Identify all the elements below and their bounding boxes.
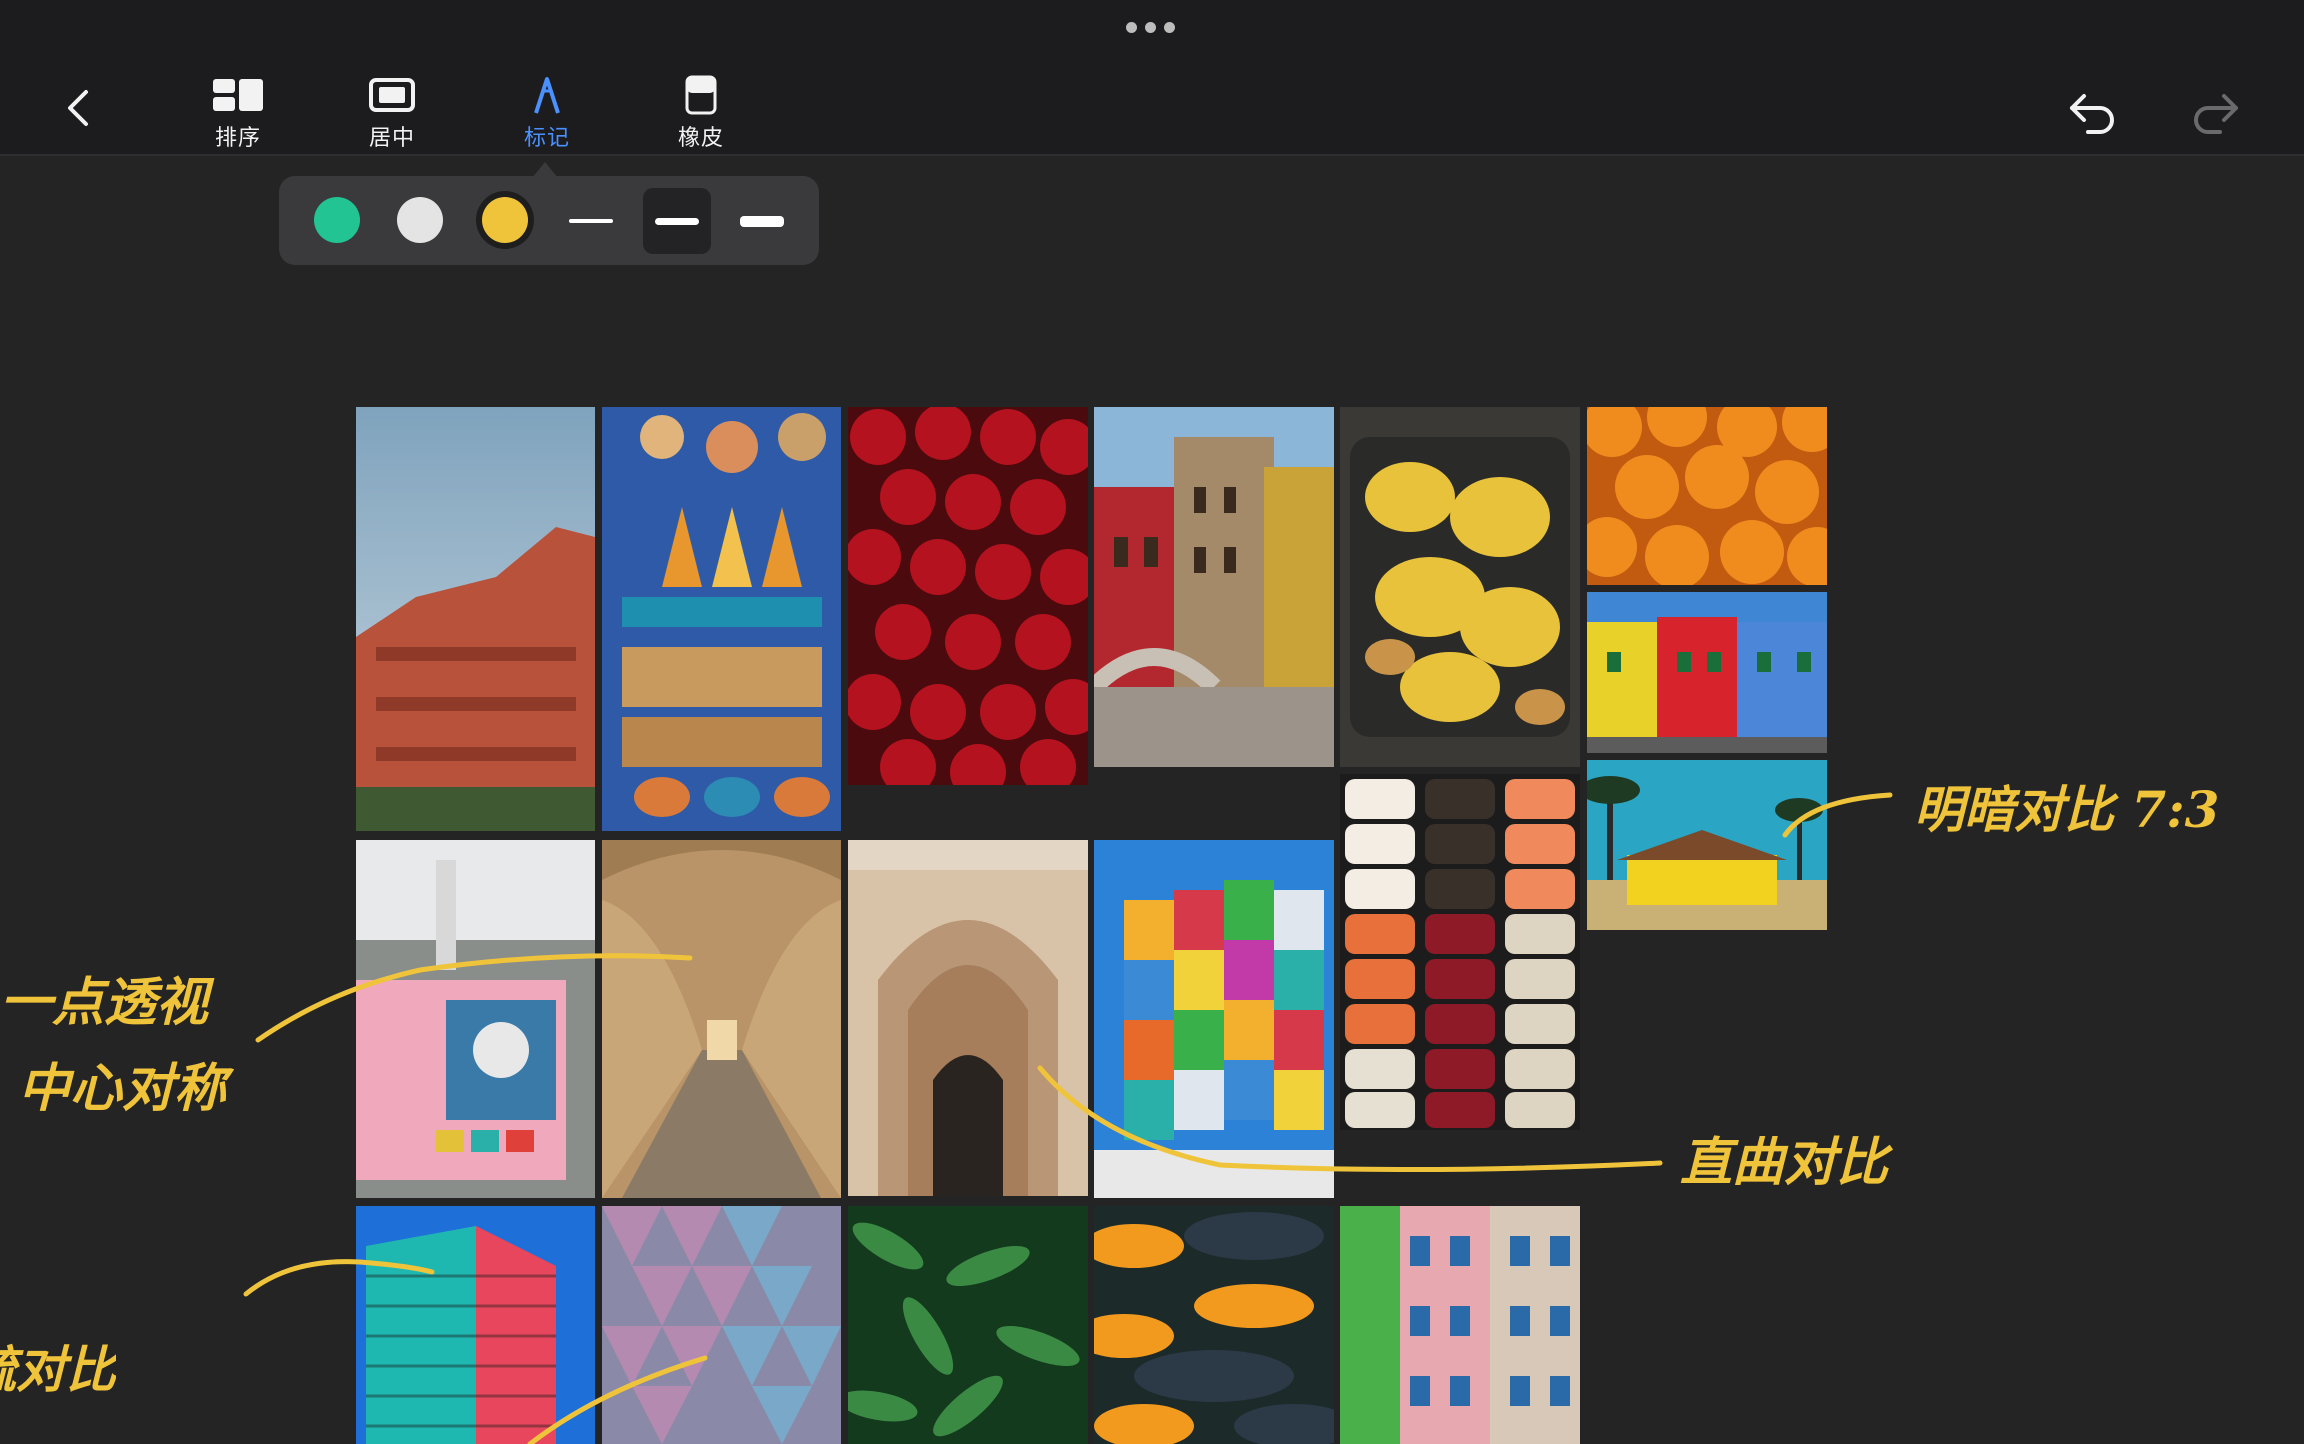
photo-mosque-archway-door[interactable] (848, 840, 1088, 1196)
redo-button[interactable] (2190, 90, 2242, 134)
stroke-medium-option[interactable] (643, 188, 711, 254)
undo-icon (2070, 94, 2114, 134)
photo-arched-corridor[interactable] (602, 840, 841, 1198)
photo-green-leaves[interactable] (848, 1206, 1088, 1444)
tool-eraser[interactable]: 橡皮 (646, 74, 756, 152)
photo-red-cherries[interactable] (848, 407, 1088, 785)
note-partial-contrast: 疏对比 (0, 1340, 116, 1399)
tool-markup-label: 标记 (523, 126, 570, 151)
top-toolbar: 排序 居中 标记 橡皮 (0, 0, 2304, 156)
tool-eraser-label: 橡皮 (677, 126, 724, 151)
center-icon (364, 74, 420, 116)
stroke-thick-icon (740, 215, 784, 227)
stroke-thin-option[interactable] (557, 188, 625, 254)
stroke-thick-option[interactable] (728, 188, 796, 254)
back-button[interactable] (58, 86, 102, 130)
photo-triangle-facade[interactable] (602, 1206, 841, 1444)
photo-teal-red-skyscraper[interactable] (356, 1206, 595, 1444)
redo-icon (2194, 94, 2238, 134)
chevron-left-icon (68, 90, 88, 126)
color-yellow-swatch[interactable] (482, 197, 528, 243)
stroke-thin-icon (569, 219, 613, 223)
color-green-swatch[interactable] (314, 197, 360, 243)
markup-pen-icon (519, 74, 575, 116)
markup-palette (279, 176, 819, 265)
note-central-symmetry: 中心对称 (18, 1058, 227, 1119)
more-options-icon[interactable] (1126, 22, 1178, 34)
photo-colorful-row-houses[interactable] (1587, 592, 1827, 753)
photo-sushi-rows[interactable] (1340, 774, 1580, 1130)
undo-button[interactable] (2066, 90, 2118, 134)
photo-red-apartment-building[interactable] (356, 407, 595, 831)
tool-center-label: 居中 (368, 126, 415, 151)
note-straight-curve-contrast: 直曲对比 (1680, 1132, 1889, 1193)
arrange-icon (210, 74, 266, 116)
tool-center[interactable]: 居中 (337, 74, 447, 152)
color-white-swatch[interactable] (397, 197, 443, 243)
photo-pink-kiosk-hello-jeju[interactable] (356, 840, 595, 1198)
tool-arrange[interactable]: 排序 (183, 74, 293, 152)
photo-yellow-sauce-dish[interactable] (1340, 407, 1580, 767)
stroke-medium-icon (655, 217, 699, 225)
tool-markup[interactable]: 标记 (492, 74, 602, 152)
app-window: 排序 居中 标记 橡皮 明暗对比 7:3 一点透视 中心对称 直曲对比 对比 (0, 0, 2304, 1444)
photo-venice-canal-houses[interactable] (1094, 407, 1334, 767)
photo-colorful-balconies[interactable] (1340, 1206, 1580, 1444)
photo-eggplants-and-squash[interactable] (1094, 1206, 1334, 1444)
photo-yellow-house-palm-trees[interactable] (1587, 760, 1827, 930)
note-one-point-perspective: 一点透视 (0, 972, 209, 1033)
eraser-icon (673, 74, 729, 116)
photo-oranges-pile[interactable] (1587, 407, 1827, 585)
note-light-dark-contrast: 明暗对比 7:3 (1914, 780, 2220, 839)
photo-colorful-glass-cube[interactable] (1094, 840, 1334, 1198)
photo-moroccan-market-stall[interactable] (602, 407, 841, 831)
tool-arrange-label: 排序 (214, 126, 261, 151)
